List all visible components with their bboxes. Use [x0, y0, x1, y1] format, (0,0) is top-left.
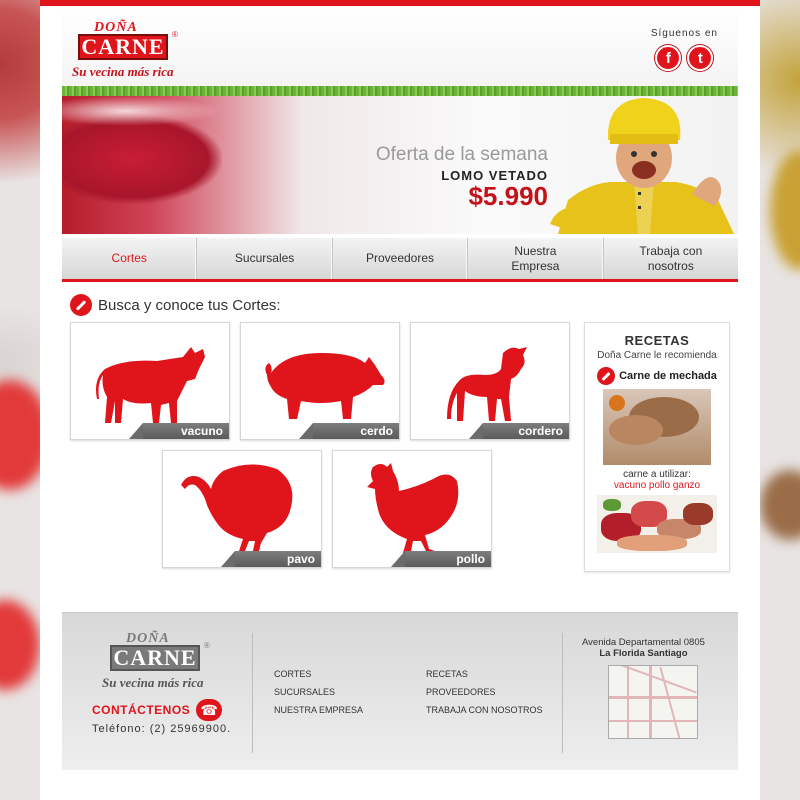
recipes-title: RECETAS — [624, 333, 690, 348]
backdrop-food-shape — [760, 470, 800, 540]
footer-link-cortes[interactable]: CORTES — [274, 665, 363, 683]
footer-link-proveedores[interactable]: PROVEEDORES — [426, 683, 543, 701]
twitter-icon[interactable]: t — [687, 45, 714, 71]
card-label: vacuno — [129, 423, 229, 439]
offer-price: $5.990 — [468, 181, 548, 211]
contact-link[interactable]: CONTÁCTENOS ☎ — [92, 699, 223, 721]
grass-divider — [62, 86, 738, 96]
location-pin-icon — [70, 294, 92, 316]
logo-registered-mark: ® — [172, 30, 178, 39]
cut-card-vacuno[interactable]: vacuno — [70, 322, 230, 440]
nav-sucursales[interactable]: Sucursales — [197, 238, 333, 279]
footer-link-sucursales[interactable]: SUCURSALES — [274, 683, 363, 701]
address-line-1: Avenida Departamental 0805 — [582, 637, 705, 648]
phone-icon: ☎ — [196, 699, 223, 721]
footer-divider — [252, 633, 253, 753]
card-label: pavo — [221, 551, 321, 567]
social-links: Síguenos en f t — [651, 28, 718, 71]
footer-logo-tagline: Su vecina más rica — [102, 675, 204, 690]
main-nav: Cortes Sucursales Proveedores Nuestra Em… — [62, 238, 738, 282]
recipes-subtitle: Doña Carne le recomienda — [597, 350, 717, 361]
offer-text: Oferta de la semana LOMO VETADO $5.990 — [376, 144, 548, 209]
recipe-meats-photo — [597, 495, 717, 553]
meat-image — [62, 114, 222, 204]
footer-link-nuestra-empresa[interactable]: NUESTRA EMPRESA — [274, 701, 363, 719]
footer-links-col2: RECETAS PROVEEDORES TRABAJA CON NOSOTROS — [426, 665, 543, 719]
facebook-icon[interactable]: f — [655, 45, 682, 71]
social-label: Síguenos en — [650, 28, 718, 39]
nav-trabaja-con-nosotros[interactable]: Trabaja con nosotros — [604, 238, 738, 279]
contact-label: CONTÁCTENOS — [92, 703, 191, 717]
section-title-text: Busca y conoce tus Cortes: — [98, 296, 281, 314]
site-footer: DOÑA CARNE ® Su vecina más rica CONTÁCTE… — [62, 612, 738, 770]
footer-divider-2 — [562, 633, 563, 753]
offer-banner[interactable]: Oferta de la semana LOMO VETADO $5.990 — [62, 96, 738, 234]
location-map[interactable] — [608, 665, 698, 739]
cut-card-cerdo[interactable]: cerdo — [240, 322, 400, 440]
footer-logo-registered-mark: ® — [204, 641, 210, 650]
cut-card-pavo[interactable]: pavo — [162, 450, 322, 568]
card-label: cordero — [469, 423, 569, 439]
nav-nuestra-empresa[interactable]: Nuestra Empresa — [468, 238, 604, 279]
cut-card-cordero[interactable]: cordero — [410, 322, 570, 440]
card-label: cerdo — [299, 423, 399, 439]
site-header: DOÑA CARNE ® Su vecina más rica Síguenos… — [62, 6, 738, 92]
phone-number: Teléfono: (2) 25969900. — [92, 723, 232, 735]
recipe-dish[interactable]: Carne de mechada — [585, 367, 729, 385]
recipe-meat-list[interactable]: vacuno pollo ganzo — [585, 480, 729, 491]
meat-fat-image — [62, 96, 222, 126]
recipe-pin-icon — [597, 367, 616, 385]
footer-link-recetas[interactable]: RECETAS — [426, 665, 543, 683]
cut-card-pollo[interactable]: pollo — [332, 450, 492, 568]
logo-name: CARNE — [78, 34, 168, 60]
cuts-section-title: Busca y conoce tus Cortes: — [70, 294, 281, 316]
recipe-meat-label: carne a utilizar: — [623, 469, 691, 480]
backdrop-chef-shape — [770, 150, 800, 270]
card-label: pollo — [391, 551, 491, 567]
recipes-box[interactable]: RECETAS Doña Carne le recomienda Carne d… — [584, 322, 730, 572]
nav-cortes[interactable]: Cortes — [62, 238, 198, 279]
offer-title: Oferta de la semana — [375, 144, 548, 165]
chef-image — [550, 98, 734, 234]
store-address: Avenida Departamental 0805 La Florida Sa… — [582, 637, 705, 659]
brand-logo[interactable]: DOÑA CARNE ® Su vecina más rica — [72, 20, 182, 84]
logo-tagline: Su vecina más rica — [72, 64, 174, 79]
recipe-dish-name: Carne de mechada — [619, 370, 717, 382]
footer-logo-name: CARNE — [110, 645, 200, 671]
address-line-2: La Florida Santiago — [599, 648, 688, 659]
footer-link-trabaja-con-nosotros[interactable]: TRABAJA CON NOSOTROS — [426, 701, 543, 719]
backdrop-bird-shape-2 — [0, 600, 40, 690]
recipe-dish-photo — [603, 389, 711, 465]
footer-links-col1: CORTES SUCURSALES NUESTRA EMPRESA — [274, 665, 363, 719]
website-page: DOÑA CARNE ® Su vecina más rica Síguenos… — [40, 0, 760, 800]
nav-proveedores[interactable]: Proveedores — [333, 238, 469, 279]
